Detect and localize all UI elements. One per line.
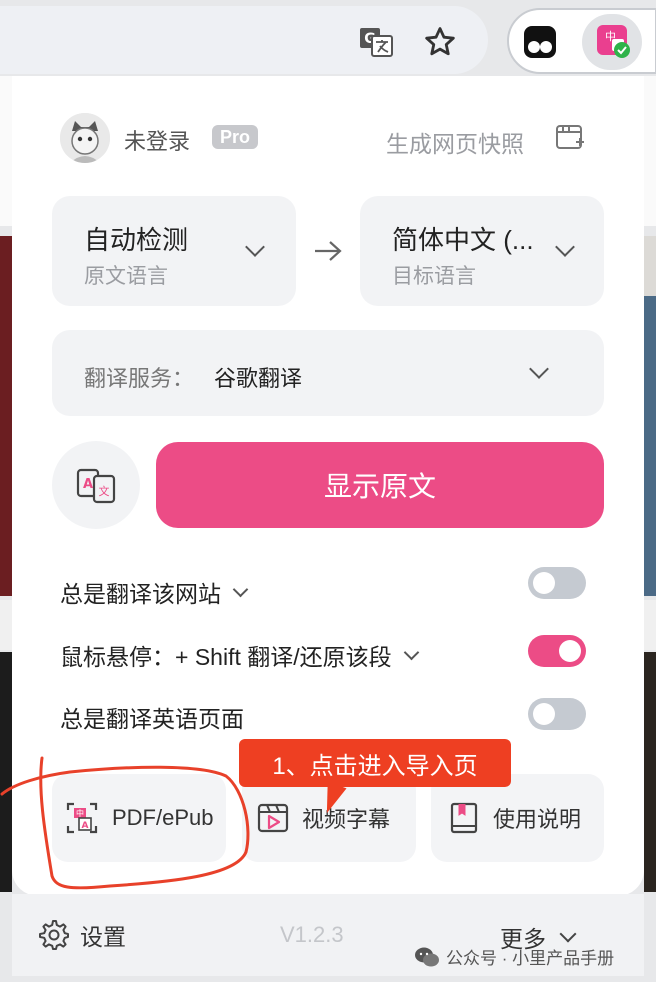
user-manual-button[interactable]: 使用说明 [431,774,604,862]
video-icon [257,803,289,833]
chevron-down-icon [559,925,577,943]
gear-icon [39,920,69,950]
chevron-down-icon [529,359,549,379]
immersive-translate-extension-icon[interactable]: 中 [594,22,632,60]
chevron-down-icon [232,581,249,597]
toggle-hover-translate[interactable] [528,635,586,667]
svg-text:文: 文 [99,484,110,498]
target-language-select[interactable]: 简体中文 (... 目标语言 [360,196,604,306]
toggle-always-translate-english[interactable] [528,698,586,730]
service-label: 翻译服务： [84,366,195,391]
snapshot-icon[interactable] [554,122,588,156]
book-icon [450,802,478,834]
wechat-icon [415,947,439,966]
snapshot-label[interactable]: 生成网页快照 [386,125,524,159]
toggle-always-translate-site[interactable] [528,567,586,599]
background-page [0,76,12,226]
address-bar[interactable] [0,6,488,74]
annotation-circle [0,756,250,890]
settings-button[interactable]: 设置 [38,918,126,952]
chevron-down-icon [555,237,575,257]
option-label: 总是翻译英语页面 [60,706,244,732]
background-page [644,236,656,296]
option-label: 总是翻译该网站 [60,581,221,607]
option-hover-translate[interactable]: 鼠标悬停：+ Shift 翻译/还原该段 [60,638,419,672]
watermark: 公众号 · 小里产品手册 [414,944,614,969]
avatar[interactable] [60,113,110,163]
annotation-callout: 1、点击进入导入页 [239,739,511,787]
svg-text:A: A [83,477,93,492]
option-always-translate-site[interactable]: 总是翻译该网站 [60,575,249,609]
background-page [644,652,656,892]
translation-service-select[interactable]: 翻译服务： 谷歌翻译 [52,330,604,416]
video-subtitle-label: 视频字幕 [302,807,391,832]
pro-badge: Pro [212,125,259,149]
background-page [0,600,12,650]
option-label: 鼠标悬停：+ Shift 翻译/还原该段 [60,644,392,670]
source-language-select[interactable]: 自动检测 原文语言 [52,196,296,306]
bookmark-star-icon[interactable] [420,22,460,62]
chevron-down-icon [403,644,419,660]
arrow-right-icon [312,238,344,269]
version-label: V1.2.3 [280,922,344,947]
target-language-value: 简体中文 (... [392,225,534,255]
background-page [644,296,656,596]
target-language-caption: 目标语言 [392,265,476,288]
translate-mode-button[interactable]: A 文 [52,441,140,529]
translate-page-icon[interactable]: G [356,22,396,62]
translate-mode-icon: A 文 [76,468,116,504]
user-manual-label: 使用说明 [493,807,582,832]
tampermonkey-extension-icon[interactable] [522,24,558,60]
background-page [644,76,656,226]
background-page [0,236,12,596]
source-language-caption: 原文语言 [84,265,168,288]
service-value: 谷歌翻译 [214,366,303,391]
source-language-value: 自动检测 [84,225,189,255]
chevron-down-icon [245,237,265,257]
background-page [644,600,656,650]
login-status[interactable]: 未登录 [124,124,190,156]
option-always-translate-english[interactable]: 总是翻译英语页面 [60,700,244,734]
show-original-button[interactable]: 显示原文 [156,442,604,528]
settings-label: 设置 [80,924,126,950]
watermark-text: 公众号 · 小里产品手册 [446,949,615,968]
